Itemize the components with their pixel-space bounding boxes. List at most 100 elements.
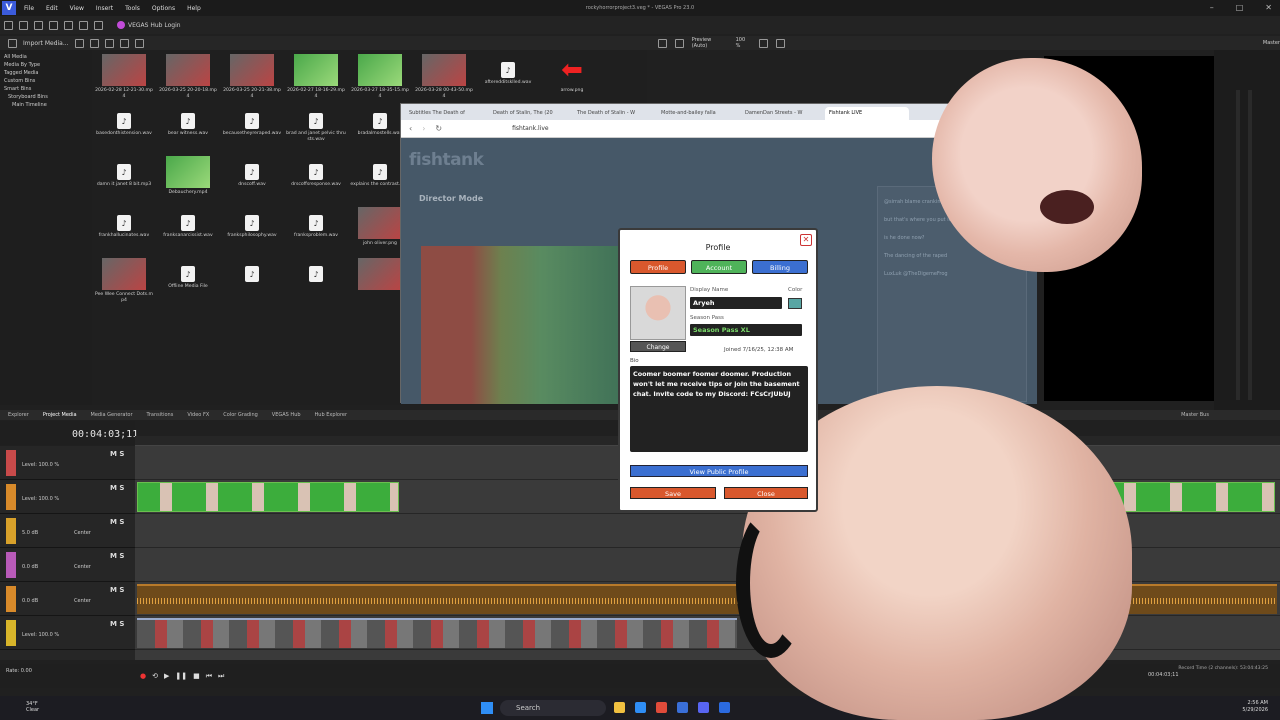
stop-icon[interactable]: ■ [193,672,200,681]
maximize-icon[interactable]: □ [1236,3,1244,12]
tab-video-fx[interactable]: Video FX [187,412,209,418]
tab-profile[interactable]: Profile [630,260,686,274]
bin-item[interactable]: Storyboard Bins [4,93,88,101]
vegas-hub-login[interactable]: VEGAS Hub Login [117,21,181,29]
forward-icon[interactable]: › [422,124,425,133]
media-item[interactable]: ♪ franksproblem.wav [286,207,346,239]
preview-zoom[interactable]: 100 % [736,37,752,49]
media-item[interactable]: ♪ afteredditsklled.wav [478,54,538,86]
url-field[interactable]: fishtank.live [512,125,549,132]
grid-icon[interactable] [759,38,769,48]
bin-item[interactable]: Main Timeline [4,101,88,109]
redo-icon[interactable] [94,20,103,30]
track-header[interactable]: 5.0 dB M S Center [0,514,135,548]
track-level[interactable]: Level: 100.0 % [22,496,59,502]
remove-media-icon[interactable] [89,38,99,48]
media-item[interactable]: 2026-03-27 18-35-15.mp4 [350,54,410,100]
browser-tab[interactable]: Fishtank LIVE [825,107,909,120]
modal-close-icon[interactable]: ✕ [800,234,812,246]
views-icon[interactable] [119,38,129,48]
undo-icon[interactable] [79,20,88,30]
track-level[interactable]: Level: 100.0 % [22,462,59,468]
file-explorer-icon[interactable] [614,702,625,713]
import-icon[interactable] [8,38,17,48]
track-pan[interactable]: Center [74,598,91,604]
track-pan[interactable]: Center [74,530,91,536]
media-item[interactable]: ♪ damn it janet 8 bit.mp3 [94,156,154,188]
media-item[interactable]: 2026-03-25 20-20-18.mp4 [158,54,218,100]
track-level[interactable]: 0.0 dB [22,564,38,570]
save-project-icon[interactable] [34,20,43,30]
play-icon[interactable]: ▶ [164,672,169,681]
back-icon[interactable]: ‹ [409,124,412,133]
snapshot-icon[interactable] [776,38,785,48]
video-clip[interactable] [137,482,399,512]
media-item[interactable]: ♪ dnscoff.wav [222,156,282,188]
go-end-icon[interactable]: ⏭ [218,672,224,681]
media-item[interactable]: 2026-02-28 12-21-30.mp4 [94,54,154,100]
tab-color-grading[interactable]: Color Grading [223,412,258,418]
settings-icon[interactable] [64,20,73,30]
media-item[interactable]: 2026-03-28 00-43-50.mp4 [414,54,474,100]
media-item[interactable]: ♪ basedonthistension.wav [94,105,154,137]
media-item[interactable]: 2026-02-27 18-16-29.mp4 [286,54,346,100]
mute-solo-buttons[interactable]: M S [110,450,124,458]
tab-project-media[interactable]: Project Media [43,412,77,418]
tab-hub-explorer[interactable]: Hub Explorer [315,412,348,418]
system-clock[interactable]: 2:56 AM 5/29/2026 [1242,700,1268,714]
preview-settings-icon[interactable] [658,38,667,48]
bin-item[interactable]: All Media [4,53,88,61]
media-item[interactable]: ♪ [286,258,346,284]
mute-solo-buttons[interactable]: M S [110,586,124,594]
color-swatch[interactable] [788,298,802,309]
change-avatar-button[interactable]: Change [630,341,686,352]
track-level[interactable]: 0.0 dB [22,598,38,604]
discord-icon[interactable] [698,702,709,713]
preview-quality[interactable]: Preview (Auto) [692,37,728,49]
track-header[interactable]: 0.0 dB M S Center [0,548,135,582]
track-header[interactable]: Level: 100.0 % M S [0,480,135,514]
bin-item[interactable]: Custom Bins [4,77,88,85]
browser-tab[interactable]: Subtitles The Death of [405,107,489,120]
tab-vegas-hub[interactable]: VEGAS Hub [272,412,301,418]
import-media-button[interactable]: Import Media... [23,40,69,47]
track-pan[interactable]: Center [74,564,91,570]
media-item[interactable]: ♪ frankhallucinates.wav [94,207,154,239]
properties-icon[interactable] [49,20,58,30]
vegas-taskbar-icon[interactable] [719,702,730,713]
track-header[interactable]: Level: 100.0 % M S [0,616,135,650]
close-icon[interactable]: ✕ [1265,3,1272,12]
tab-transitions[interactable]: Transitions [147,412,174,418]
media-item[interactable]: ⬅ arrow.png [542,54,602,94]
go-start-icon[interactable]: ⏮ [206,672,212,681]
capture-icon[interactable] [74,38,84,48]
tab-master-bus[interactable]: Master Bus [1181,412,1209,418]
mute-solo-buttons[interactable]: M S [110,518,124,526]
bio-field[interactable]: Coomer boomer foomer doomer. Production … [630,366,808,452]
record-icon[interactable]: ● [140,672,146,681]
view-public-profile-button[interactable]: View Public Profile [630,465,808,477]
reload-icon[interactable]: ↻ [435,124,442,133]
live-video-feed[interactable] [421,246,621,404]
display-name-field[interactable]: Aryeh [690,297,782,309]
minimize-icon[interactable]: – [1210,3,1214,12]
split-screen-icon[interactable] [674,38,684,48]
media-item[interactable]: Pee Wee Connect Dots.mp4 [94,258,154,304]
play-media-icon[interactable] [104,38,114,48]
bin-item[interactable]: Tagged Media [4,69,88,77]
search-icon[interactable] [134,38,144,48]
track-header[interactable]: Level: 100.0 % M S [0,446,135,480]
new-project-icon[interactable] [4,20,13,30]
mute-solo-buttons[interactable]: M S [110,484,124,492]
media-item[interactable]: ♪ brad and janet pelvic thrusts.wav [286,105,346,143]
edge-icon[interactable] [635,702,646,713]
close-button[interactable]: Close [724,487,808,499]
media-item[interactable]: ♪ bear witness.wav [158,105,218,137]
track-level[interactable]: Level: 100.0 % [22,632,59,638]
tab-media-generator[interactable]: Media Generator [91,412,133,418]
save-button[interactable]: Save [630,487,716,499]
tab-explorer[interactable]: Explorer [8,412,29,418]
taskbar-search[interactable]: Search [500,700,606,716]
mute-solo-buttons[interactable]: M S [110,620,124,628]
media-item[interactable]: ♪ [222,258,282,284]
